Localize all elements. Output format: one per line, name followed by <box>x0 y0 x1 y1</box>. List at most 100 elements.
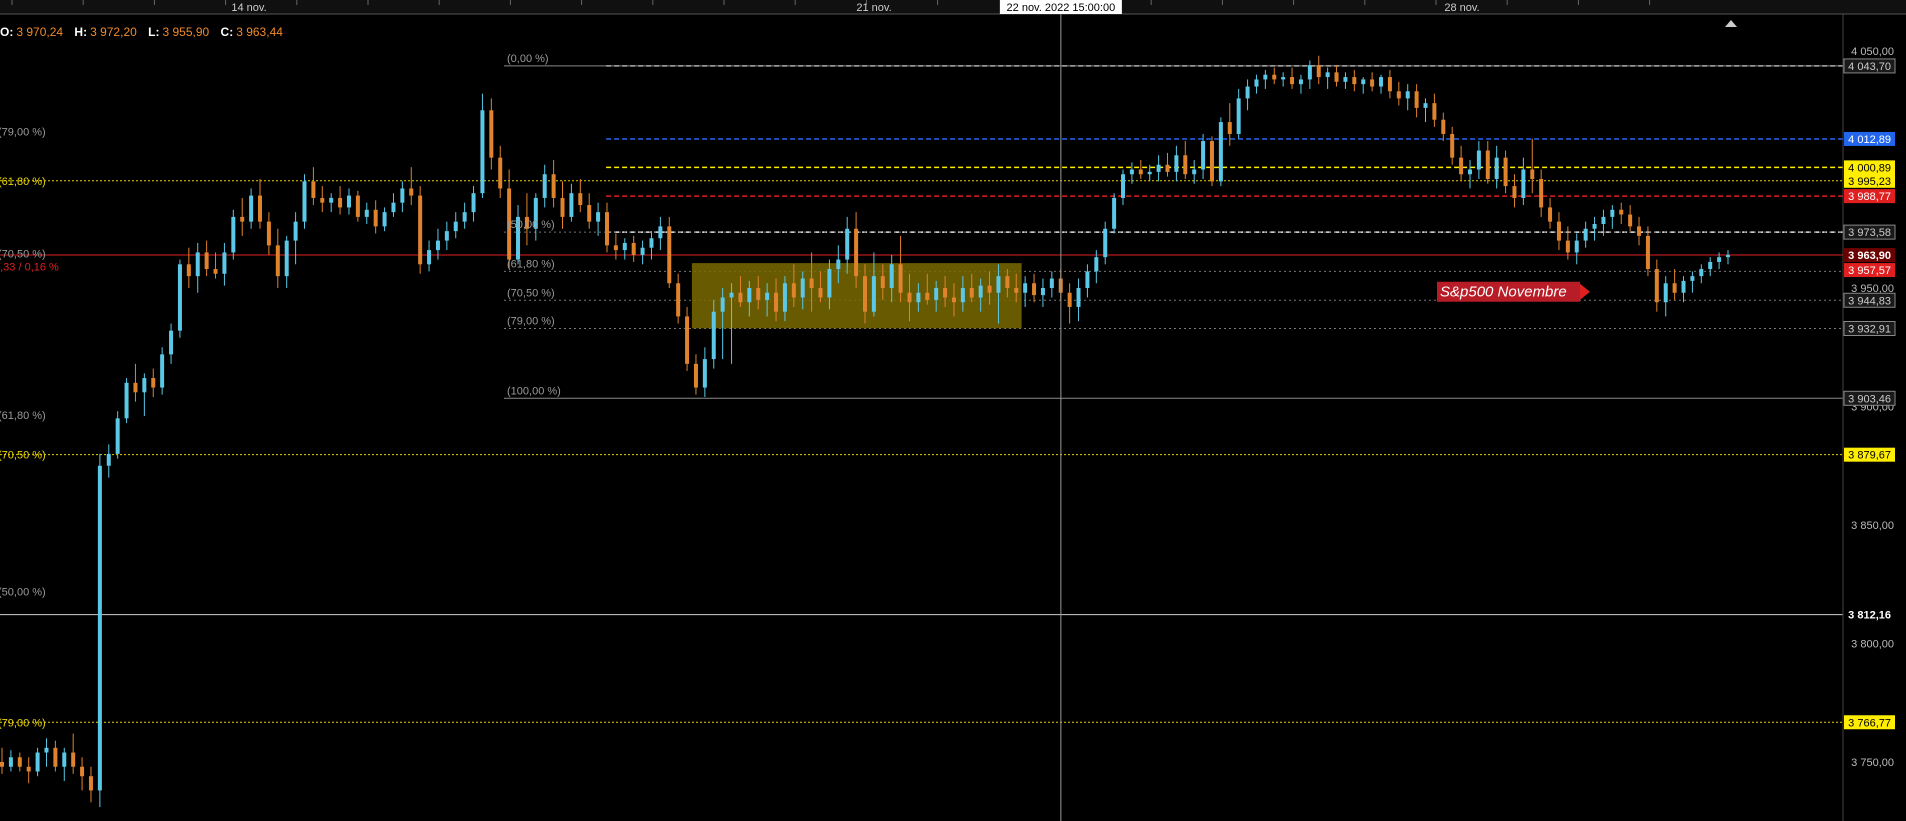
candle-body <box>1610 209 1615 217</box>
annotation-layer[interactable]: S&p500 Novembre <box>1437 281 1590 302</box>
candle <box>231 209 236 260</box>
candle <box>373 200 378 234</box>
candle-body <box>320 197 325 203</box>
instrument-annotation[interactable]: S&p500 Novembre <box>1437 281 1590 302</box>
price-marker: 3 995,23 <box>1844 173 1895 188</box>
fib-label-left: (61,80 %) <box>0 176 46 188</box>
candle-body <box>685 316 690 364</box>
candle <box>391 193 396 217</box>
candle-body <box>71 752 76 767</box>
candle-body <box>729 292 734 298</box>
candle-body <box>1423 103 1428 108</box>
price-chart[interactable]: (0,00 %) (50,00 %) (61,80 %) (70,50 %) (79,0… <box>0 0 1906 821</box>
fib-label-right: (50,00 %) <box>507 219 555 231</box>
candle-body <box>177 264 182 331</box>
candle <box>1281 72 1286 87</box>
candle <box>8 750 13 772</box>
candle <box>1290 67 1295 89</box>
candle-body <box>1076 288 1081 307</box>
time-axis-bar <box>0 0 1906 14</box>
candle-body <box>1583 228 1588 241</box>
candle-body <box>1112 197 1117 229</box>
candle-body <box>604 212 609 246</box>
annotation-label: S&p500 Novembre <box>1440 284 1567 301</box>
price-marker-label: 3 812,16 <box>1848 610 1891 622</box>
candle <box>1619 202 1624 225</box>
price-marker-label: 4 012,89 <box>1848 134 1891 146</box>
candle-body <box>1485 150 1490 179</box>
candle-body <box>551 174 556 198</box>
candle <box>1592 216 1597 241</box>
candle <box>151 368 156 398</box>
candle-body <box>133 382 138 393</box>
candle <box>169 323 174 364</box>
candle <box>702 347 707 398</box>
candle <box>1574 233 1579 265</box>
candle-body <box>1645 235 1650 270</box>
candle-body <box>382 212 387 227</box>
candle-body <box>996 276 1001 293</box>
candle-body <box>204 252 209 270</box>
candle <box>1476 141 1481 179</box>
candle-body <box>702 359 707 388</box>
candle <box>1156 155 1161 182</box>
candle-body <box>658 226 663 239</box>
candle-body <box>26 766 31 772</box>
price-marker: 3 812,16 <box>1844 607 1895 622</box>
candle <box>311 167 316 206</box>
candle-body <box>0 762 4 767</box>
candle-body <box>444 231 449 241</box>
candle <box>1138 160 1143 179</box>
candle <box>1218 117 1223 187</box>
low-value: 3 955,90 <box>162 25 210 39</box>
candle-body <box>756 288 761 300</box>
candle-body <box>462 212 467 222</box>
candle <box>1209 136 1214 187</box>
candles-layer <box>0 55 1730 808</box>
candle-body <box>222 252 227 274</box>
candle-body <box>827 269 832 298</box>
candle <box>35 747 40 777</box>
price-marker: 4 000,89 <box>1844 160 1895 175</box>
candle-body <box>8 757 13 767</box>
candle-body <box>1637 226 1642 236</box>
scroll-home-icon[interactable] <box>1725 20 1737 27</box>
candle-body <box>115 418 120 454</box>
candle-body <box>1040 288 1045 296</box>
candle <box>1672 269 1677 300</box>
candle-body <box>355 195 360 217</box>
candle <box>1654 259 1659 312</box>
candle-body <box>1432 103 1437 120</box>
candle <box>676 273 681 324</box>
candle-body <box>311 181 316 198</box>
candle <box>418 186 423 274</box>
candle <box>551 160 556 208</box>
x-tick-label: 21 nov. <box>856 2 891 14</box>
candle-body <box>1512 186 1517 198</box>
candle <box>1361 77 1366 94</box>
candle <box>177 259 182 338</box>
candle-body <box>160 354 165 388</box>
candle <box>622 238 627 260</box>
candle-body <box>1343 77 1348 82</box>
candle <box>71 733 76 774</box>
candle-body <box>53 747 58 767</box>
fib-label-left: (79,00 %) <box>0 127 46 139</box>
candle <box>1645 226 1650 277</box>
candle <box>498 145 503 198</box>
open-value: 3 970,24 <box>16 25 64 39</box>
price-marker: 4 043,70 <box>1843 58 1896 74</box>
candle <box>160 347 165 395</box>
candle <box>1628 205 1633 232</box>
price-marker-label: 3 963,90 <box>1848 250 1891 262</box>
candle-body <box>1441 119 1446 134</box>
candle <box>1040 278 1045 307</box>
candle-body <box>1592 224 1597 229</box>
candle-body <box>1316 65 1321 78</box>
candle-body <box>124 382 129 419</box>
candle-body <box>898 264 903 293</box>
candle <box>1174 145 1179 182</box>
candle <box>1432 93 1437 127</box>
candle-body <box>373 209 378 227</box>
candle-body <box>1601 216 1606 225</box>
